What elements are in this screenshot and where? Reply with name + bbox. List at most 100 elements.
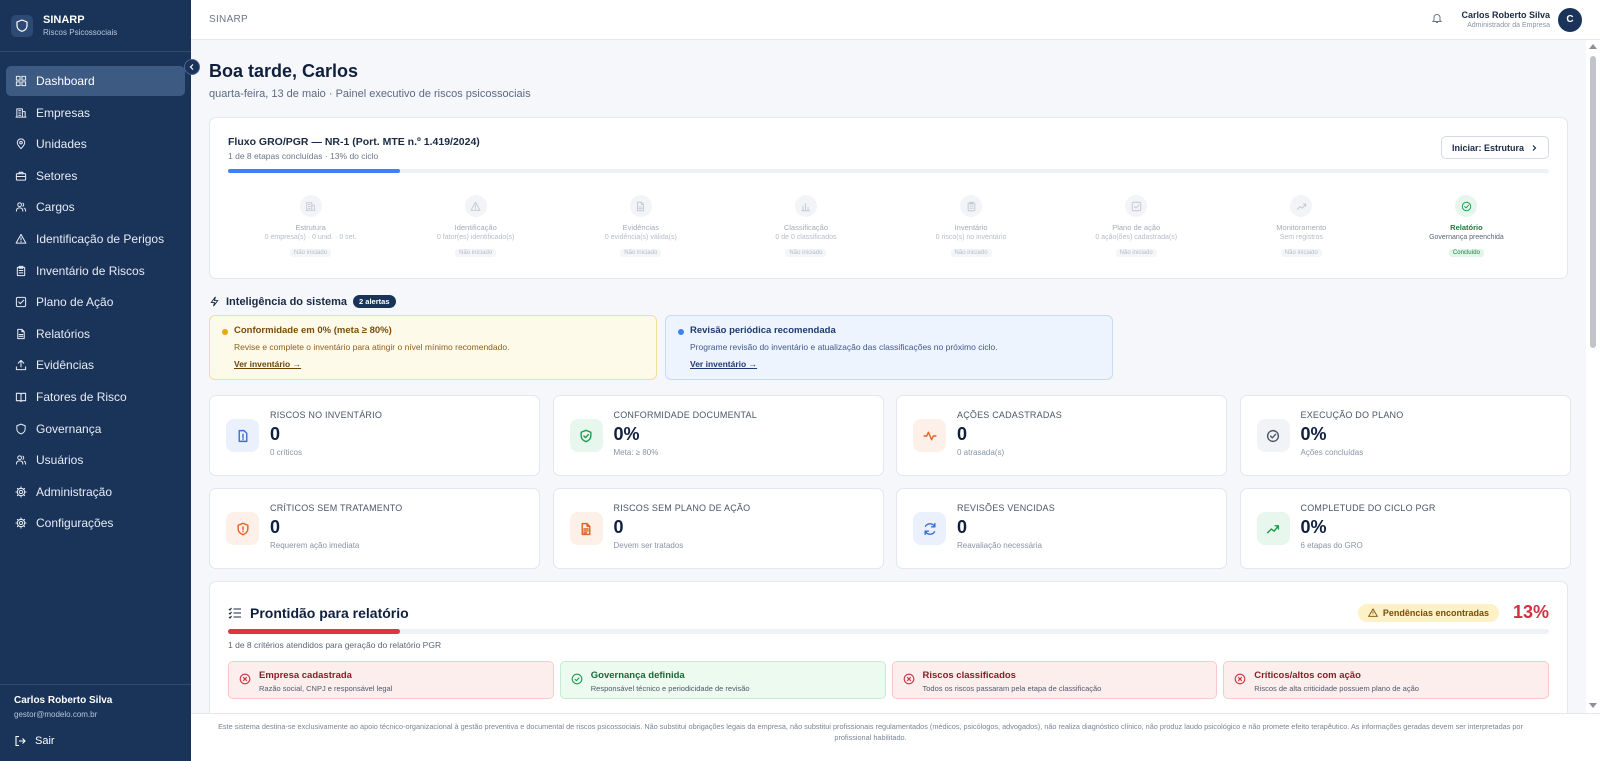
sidebar-item-9[interactable]: Evidências [6,350,185,380]
kpi-card[interactable]: REVISÕES VENCIDAS 0 Reavaliação necessária [896,488,1227,569]
kpi-card[interactable]: EXECUÇÃO DO PLANO 0% Ações concluídas [1239,395,1571,476]
sidebar-item-4[interactable]: Cargos [6,192,185,222]
sidebar-item-8[interactable]: Relatórios [6,319,185,349]
readiness-progress-bar [228,629,1549,634]
flow-step[interactable]: Identificação 0 fator(es) identificado(s)… [393,195,558,259]
view-inventory-link[interactable]: Ver inventário → [234,359,301,369]
kpi-value: 0 [957,517,968,537]
sidebar-item-label: Empresas [36,105,91,120]
kpi-card[interactable]: CRÍTICOS SEM TRATAMENTO 0 Requerem ação im… [209,488,540,569]
chevron-left-icon [189,64,194,70]
checkbox-icon [15,296,27,308]
sidebar-user-email: gestor@modelo.com.br [14,710,98,719]
file-icon [629,195,652,217]
kpi-label: RISCOS SEM PLANO DE AÇÃO [613,503,751,513]
step-info: 0 evidência(s) válida(s) [604,234,677,241]
sidebar-item-label: Evidências [36,358,95,373]
flow-step[interactable]: Evidências 0 evidência(s) válida(s) Não in… [558,195,723,259]
logout-button[interactable]: Sair [14,731,177,751]
sidebar-item-13[interactable]: Administração [6,477,185,507]
step-name: Inventário [954,223,988,232]
kpi-card[interactable]: RISCOS NO INVENTÁRIO 0 0 críticos [209,395,540,476]
flow-card: Fluxo GRO/PGR — NR-1 (Port. MTE n.º 1.41… [209,117,1568,279]
bell-icon[interactable] [1431,11,1443,29]
criteria-grid: Empresa cadastrada Razão social, CNPJ e r… [228,661,1549,699]
clipboard-icon [15,265,27,277]
collapse-sidebar-button[interactable] [184,59,200,75]
flow-steps: Estrutura 0 empresa(s) · 0 unid. · 0 set.… [228,195,1549,259]
sidebar-item-7[interactable]: Plano de Ação [6,287,185,317]
sidebar-item-5[interactable]: Identificação de Perigos [6,224,185,254]
document-icon [569,512,603,545]
sidebar-item-label: Usuários [36,453,84,468]
criterion-title: Governança definida [590,670,685,681]
sidebar-item-0[interactable]: Dashboard [6,66,185,96]
clipboard-icon [960,195,983,217]
start-structure-button[interactable]: Iniciar: Estrutura [1440,136,1549,159]
flow-step[interactable]: Relatório Governança preenchida Concluído [1384,195,1549,259]
bar-chart-icon [794,195,817,217]
alerts-list: Conformidade em 0% (meta ≥ 80%) Revise e … [209,315,1568,380]
sidebar-item-2[interactable]: Unidades [6,129,185,159]
flow-step[interactable]: Plano de ação 0 ação(ões) cadastrada(s) Nã… [1054,195,1219,259]
scroll-up-arrow-icon[interactable] [1589,44,1597,49]
shield-check-icon [569,419,603,452]
kpi-subtitle: Devem ser tratados [613,541,684,550]
kpi-label: CRÍTICOS SEM TRATAMENTO [270,503,403,513]
sidebar-item-10[interactable]: Fatores de Risco [6,382,185,412]
step-name: Estrutura [295,223,326,232]
activity-icon [913,419,946,452]
criterion-title: Empresa cadastrada [259,670,352,681]
step-info: 0 fator(es) identificado(s) [436,234,515,241]
sidebar-item-14[interactable]: Configurações [6,508,185,538]
step-status-badge: Não iniciado [455,249,497,257]
book-icon [15,391,27,403]
kpi-subtitle: 6 etapas do GRO [1300,541,1363,550]
kpi-card[interactable]: CONFORMIDADE DOCUMENTAL 0% Meta: ≥ 80% [552,395,884,476]
flow-subtitle: 1 de 8 etapas concluídas · 13% do ciclo [228,151,379,161]
flow-step[interactable]: Inventário 0 risco(s) no inventário Não in… [889,195,1054,259]
sidebar-item-6[interactable]: Inventário de Riscos [6,256,185,286]
shield-alert-icon [226,512,259,545]
check-circle-icon [571,672,583,690]
kpi-card[interactable]: COMPLETUDE DO CICLO PGR 0% 6 etapas do GRO [1239,488,1571,569]
logout-label: Sair [35,735,55,747]
view-inventory-link[interactable]: Ver inventário → [690,359,757,369]
step-status-badge: Não iniciado [950,249,992,257]
gear-icon [15,517,27,529]
map-pin-icon [15,138,27,150]
topbar-user-role: Administrador da Empresa [1467,22,1550,29]
sidebar-item-11[interactable]: Governança [6,414,185,444]
topbar-user-name: Carlos Roberto Silva [1461,10,1550,20]
disclaimer-footer: Este sistema destina-se exclusivamente a… [191,713,1600,761]
flow-step[interactable]: Classificação 0 de 0 classificados Não ini… [723,195,888,259]
sidebar-item-3[interactable]: Setores [6,161,185,191]
topbar-user[interactable]: Carlos Roberto Silva Administrador da Em… [1461,10,1550,29]
brand[interactable]: SINARP Riscos Psicossociais [0,0,191,52]
kpi-label: CONFORMIDADE DOCUMENTAL [613,410,757,420]
kpi-label: REVISÕES VENCIDAS [957,503,1055,513]
kpi-card[interactable]: RISCOS SEM PLANO DE AÇÃO 0 Devem ser trata… [552,488,884,569]
flow-step[interactable]: Estrutura 0 empresa(s) · 0 unid. · 0 set.… [228,195,393,259]
criterion-item: Críticos/altos com ação Riscos de alta cr… [1223,661,1549,699]
start-button-label: Iniciar: Estrutura [1451,142,1524,153]
kpi-card[interactable]: AÇÕES CADASTRADAS 0 0 atrasada(s) [896,395,1227,476]
step-name: Plano de ação [1112,223,1161,232]
step-name: Evidências [622,223,659,232]
kpi-value: 0% [613,424,640,444]
alert-card: Conformidade em 0% (meta ≥ 80%) Revise e … [209,315,657,380]
upload-icon [15,359,27,371]
flow-step[interactable]: Monitoramento Sem registros Não iniciado [1219,195,1384,259]
main-content: Boa tarde, Carlos quarta-feira, 13 de ma… [191,40,1586,713]
avatar[interactable]: C [1558,7,1582,32]
main-scrollbar[interactable] [1586,40,1600,713]
scroll-down-arrow-icon[interactable] [1589,703,1597,708]
sidebar-item-1[interactable]: Empresas [6,98,185,128]
criterion-description: Todos os riscos passaram pela etapa de c… [922,684,1102,693]
scroll-thumb[interactable] [1590,56,1596,348]
checklist-icon [228,607,242,619]
alert-title: Conformidade em 0% (meta ≥ 80%) [234,325,392,336]
sidebar-item-label: Setores [36,168,78,183]
check-circle-icon [1256,419,1290,452]
sidebar-item-12[interactable]: Usuários [6,445,185,475]
